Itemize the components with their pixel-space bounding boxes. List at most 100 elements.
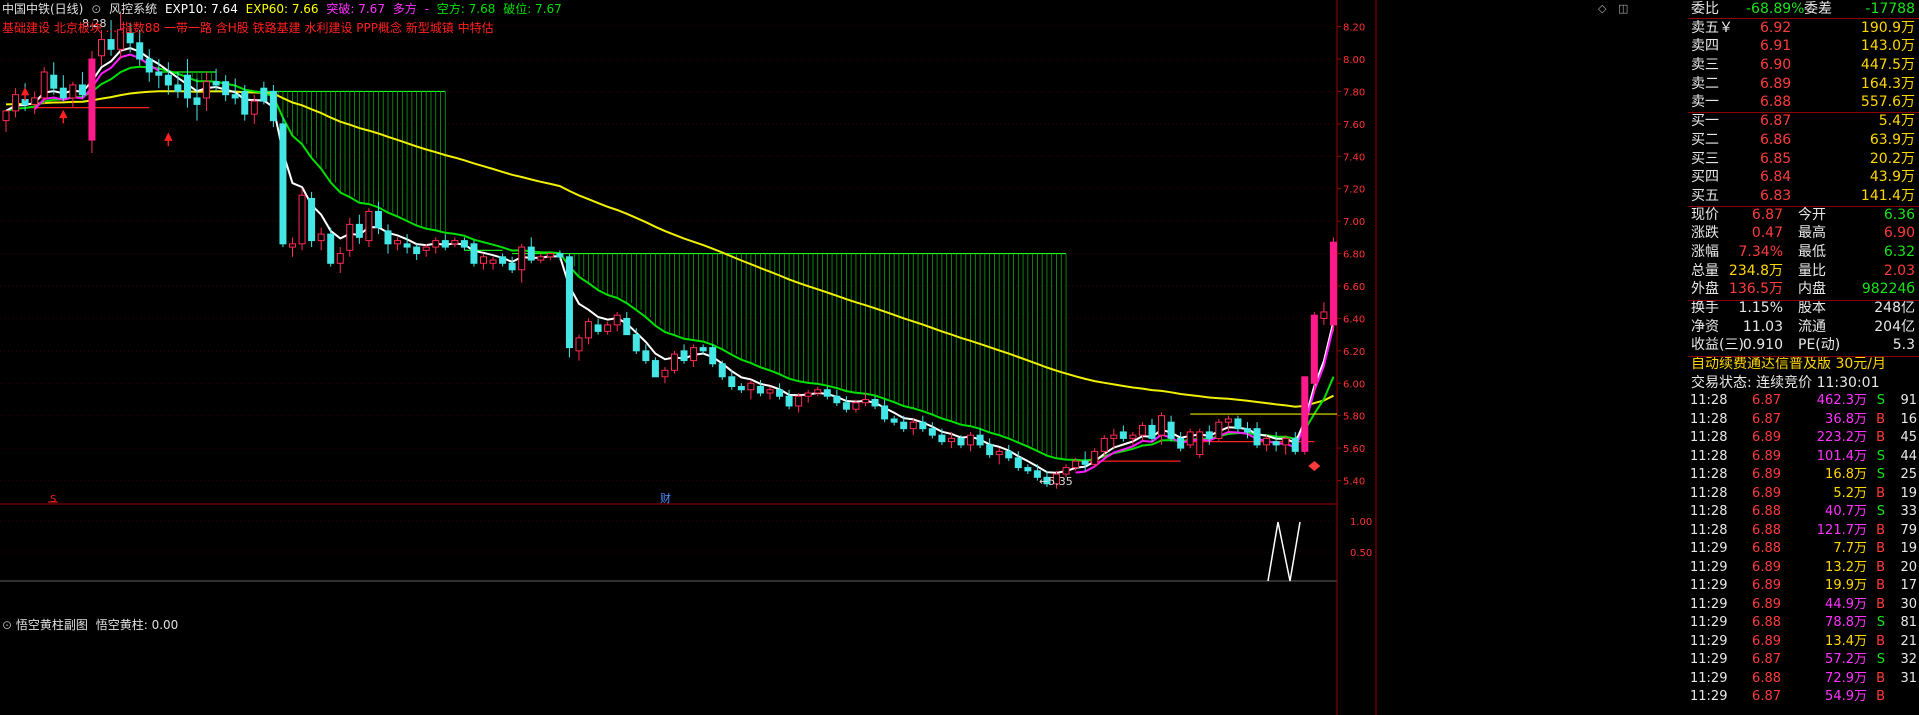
fund-v1: 11.03 xyxy=(1742,318,1783,335)
trade-t: 11:28 xyxy=(1690,393,1728,409)
trade-row[interactable]: 11:29 6.89 13.2万 B 20 xyxy=(1688,559,1919,578)
trade-row[interactable]: 11:28 6.88 121.7万 B 79 xyxy=(1688,522,1919,541)
trade-p: 6.88 xyxy=(1752,522,1781,538)
candle xyxy=(671,353,678,371)
ask-row[interactable]: 卖三 6.90 447.5万 xyxy=(1688,56,1919,75)
candle xyxy=(804,392,812,397)
trade-s: S xyxy=(1876,467,1885,483)
promo-text[interactable]: 自动续费通达信普及版 30元/月 xyxy=(1691,355,1886,374)
trade-row[interactable]: 11:29 6.87 54.9万 B xyxy=(1688,688,1919,707)
candle xyxy=(642,350,650,362)
y-tick-label: 5.40 xyxy=(1343,477,1365,488)
bid-row[interactable]: 买五 6.83 141.4万 xyxy=(1688,187,1919,206)
candle xyxy=(1310,314,1318,384)
quote-l2: 最低 xyxy=(1798,243,1826,260)
candle xyxy=(747,382,755,391)
weibi-value: -68.89% xyxy=(1746,1,1805,17)
bid-row[interactable]: 买二 6.86 63.9万 xyxy=(1688,131,1919,150)
window-icon[interactable]: ◫ xyxy=(1618,2,1628,15)
trade-list[interactable]: 11:28 6.87 462.3万 S 91 11:28 6.87 36.8万 B 16 11:28… xyxy=(1688,392,1919,707)
bid-row[interactable]: 买三 6.85 20.2万 xyxy=(1688,150,1919,169)
ask-row[interactable]: 卖一 6.88 557.6万 xyxy=(1688,93,1919,112)
chart-header: 中国中铁(日线) ⊙ 风控系统 EXP10: 7.64 EXP60: 7.66 … xyxy=(2,2,566,16)
weibi-row: 委比 -68.89% 委差 -17788 xyxy=(1688,0,1919,19)
trade-row[interactable]: 11:29 6.88 72.9万 B 31 xyxy=(1688,670,1919,689)
trade-row[interactable]: 11:28 6.87 36.8万 B 16 xyxy=(1688,411,1919,430)
ask-row[interactable]: 卖四 6.91 143.0万 xyxy=(1688,37,1919,56)
divider xyxy=(1688,18,1919,19)
trade-t: 11:28 xyxy=(1690,467,1728,483)
candle xyxy=(651,360,659,378)
circle-icon[interactable]: ⊙ xyxy=(2,618,12,632)
quote-v1: 234.8万 xyxy=(1728,262,1783,279)
candle xyxy=(556,253,564,258)
trade-n: 81 xyxy=(1900,615,1917,631)
fund-row: 收益(三) 0.910 PE(动) 5.3 xyxy=(1688,336,1919,355)
divider xyxy=(1688,356,1919,357)
low-price-label: ←5.35 xyxy=(1039,475,1073,488)
symbol-title[interactable]: 中国中铁(日线) xyxy=(2,2,83,16)
trade-v: 19.9万 xyxy=(1825,578,1867,594)
candle xyxy=(1129,434,1137,439)
candle xyxy=(470,243,478,264)
promo-row[interactable]: 自动续费通达信普及版 30元/月 xyxy=(1688,355,1919,374)
ask-price: 6.91 xyxy=(1760,38,1792,55)
trade-p: 6.88 xyxy=(1752,615,1781,631)
trade-s: B xyxy=(1876,485,1885,501)
diamond-icon[interactable]: ◇ xyxy=(1598,2,1606,15)
trade-row[interactable]: 11:29 6.88 78.8万 S 81 xyxy=(1688,614,1919,633)
circle-icon[interactable]: ⊙ xyxy=(91,2,101,16)
candle xyxy=(976,434,984,446)
trade-row[interactable]: 11:29 6.89 44.9万 B 30 xyxy=(1688,596,1919,615)
trade-row[interactable]: 11:29 6.89 13.4万 B 21 xyxy=(1688,633,1919,652)
trade-v: 121.7万 xyxy=(1816,522,1867,538)
trade-t: 11:29 xyxy=(1690,633,1728,649)
trade-n: 20 xyxy=(1900,559,1917,575)
fund-v2: 5.3 xyxy=(1892,337,1915,354)
candle xyxy=(2,110,10,122)
bid-book: 买一 6.87 5.4万 买二 6.86 63.9万 买三 6.85 20.2万 买四 6.84 43… xyxy=(1688,112,1919,205)
ma60-line xyxy=(5,90,1334,408)
candle xyxy=(69,84,77,99)
candle xyxy=(1196,431,1204,456)
trade-row[interactable]: 11:29 6.87 57.2万 S 32 xyxy=(1688,651,1919,670)
ask-row[interactable]: 卖二 6.89 164.3万 xyxy=(1688,75,1919,94)
trade-row[interactable]: 11:28 6.89 5.2万 B 19 xyxy=(1688,485,1919,504)
quote-v2: 98224б xyxy=(1861,281,1915,298)
bid-volume: 63.9万 xyxy=(1869,131,1915,148)
fund-l2: PE(动) xyxy=(1798,337,1841,354)
candle xyxy=(394,240,402,245)
kline-chart[interactable]: 8.20 8.00 7.80 7.60 7.40 7.20 7.00 6.80 6.60 6.40… xyxy=(0,0,1919,715)
trade-s: B xyxy=(1876,578,1885,594)
weibi-label: 委比 xyxy=(1691,1,1719,17)
candle xyxy=(1215,421,1223,439)
trade-s: B xyxy=(1876,670,1885,686)
weicha-label: 委差 xyxy=(1804,1,1832,17)
trade-row[interactable]: 11:29 6.89 19.9万 B 17 xyxy=(1688,577,1919,596)
bid-label: 买一 xyxy=(1691,113,1719,130)
bid-volume: 43.9万 xyxy=(1869,169,1915,186)
trade-row[interactable]: 11:29 6.88 7.7万 B 19 xyxy=(1688,540,1919,559)
ask-label: 卖二 xyxy=(1691,75,1719,92)
ask-row[interactable]: 卖五￥ 6.92 190.9万 xyxy=(1688,19,1919,38)
trade-p: 6.89 xyxy=(1752,485,1781,501)
candle xyxy=(1138,424,1146,436)
candle xyxy=(604,324,612,332)
trade-s: B xyxy=(1876,541,1885,557)
system-name[interactable]: 风控系统 xyxy=(109,2,157,16)
candle xyxy=(1158,415,1166,436)
trade-p: 6.87 xyxy=(1752,393,1781,409)
quote-row: 总量 234.8万 量比 2.03 xyxy=(1688,262,1919,281)
trade-row[interactable]: 11:28 6.89 16.8万 S 25 xyxy=(1688,466,1919,485)
subchart-name[interactable]: 悟空黄柱副图 xyxy=(16,618,88,632)
trade-row[interactable]: 11:28 6.87 462.3万 S 91 xyxy=(1688,392,1919,411)
trade-row[interactable]: 11:28 6.89 223.2万 B 45 xyxy=(1688,429,1919,448)
bid-row[interactable]: 买一 6.87 5.4万 xyxy=(1688,112,1919,131)
candle xyxy=(585,321,593,339)
trade-row[interactable]: 11:28 6.88 40.7万 S 33 xyxy=(1688,503,1919,522)
trade-p: 6.88 xyxy=(1752,670,1781,686)
bid-row[interactable]: 买四 6.84 43.9万 xyxy=(1688,168,1919,187)
candle xyxy=(1081,460,1089,465)
trade-v: 16.8万 xyxy=(1825,467,1867,483)
trade-row[interactable]: 11:28 6.89 101.4万 S 44 xyxy=(1688,448,1919,467)
